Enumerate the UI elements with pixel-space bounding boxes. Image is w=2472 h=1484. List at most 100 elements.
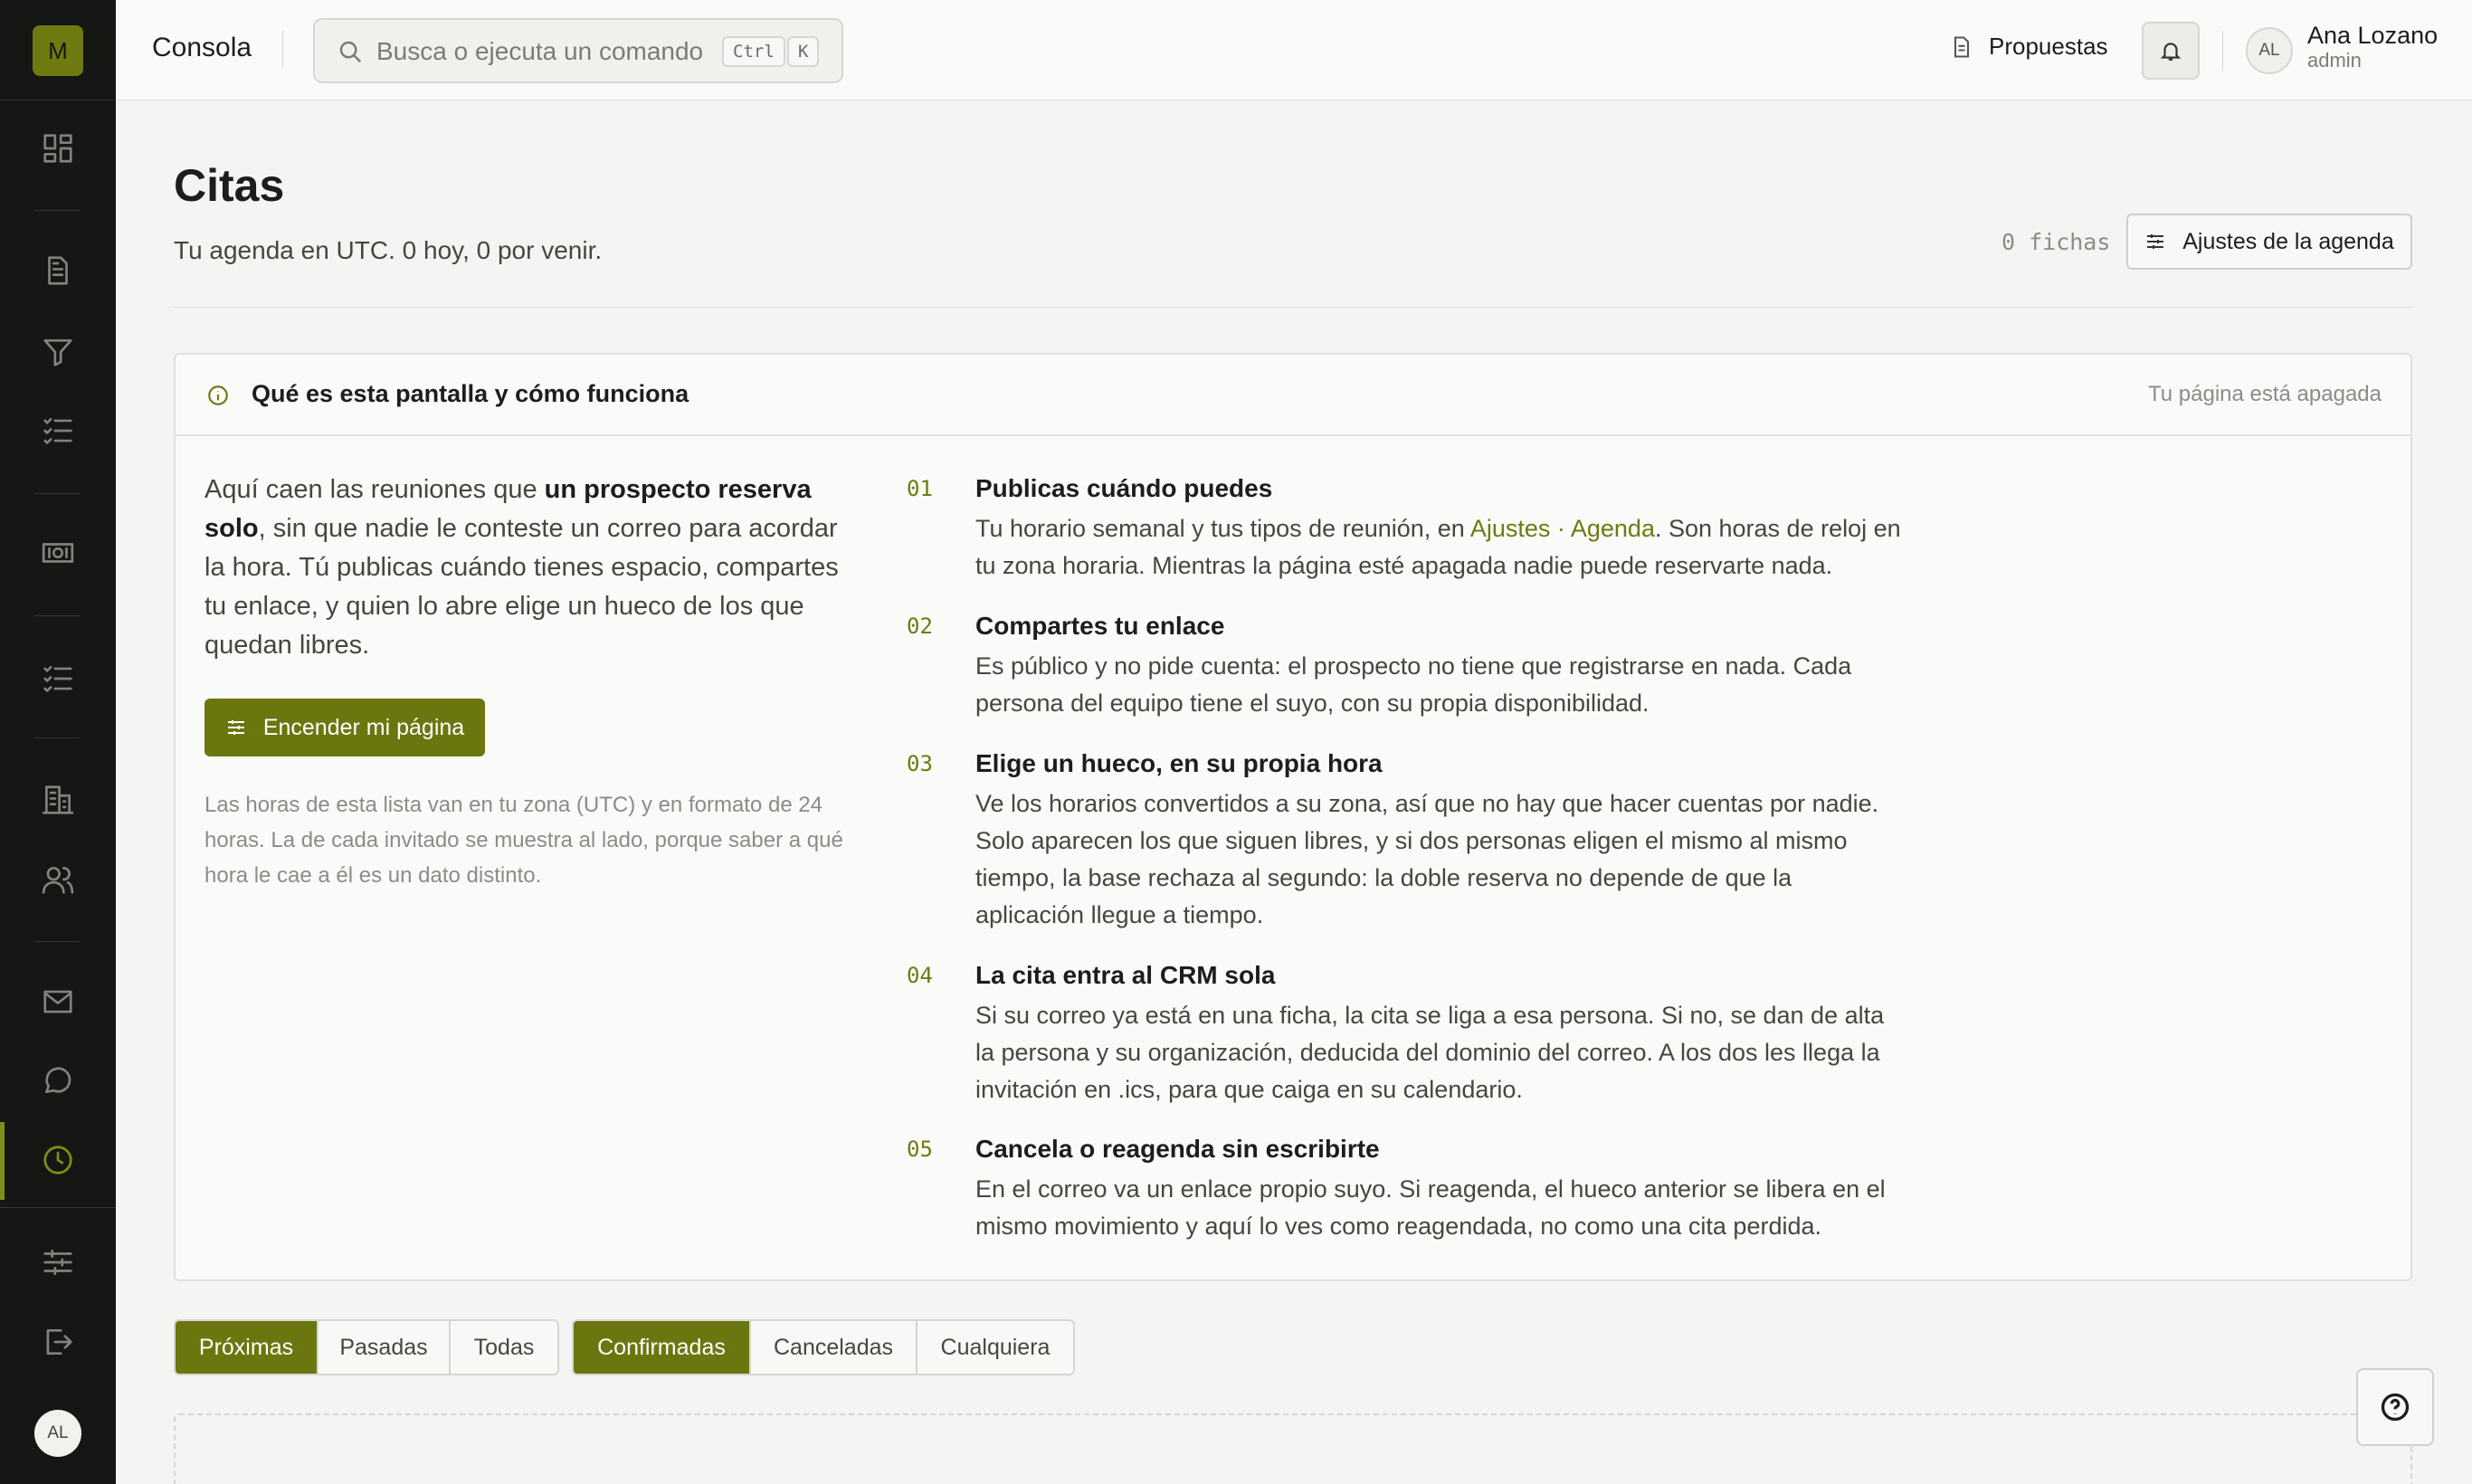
sidebar-divider	[34, 941, 80, 942]
step-description: Si su correo ya está en una ficha, la ci…	[975, 1002, 1885, 1103]
sidebar-avatar[interactable]: AL	[34, 1410, 81, 1457]
agenda-settings-label: Ajustes de la agenda	[2182, 228, 2394, 254]
intro-text: Aquí caen las reuniones que un prospecto…	[204, 471, 856, 665]
search-icon	[339, 41, 362, 63]
tab-past[interactable]: Pasadas	[319, 1321, 451, 1374]
topbar-divider	[2222, 31, 2223, 71]
step-title: Publicas cuándo puedes	[975, 474, 1273, 502]
proposals-link[interactable]: Propuestas	[1949, 33, 2108, 61]
tab-cancelled[interactable]: Canceladas	[751, 1321, 917, 1374]
building-icon	[42, 785, 74, 814]
page-title: Citas	[174, 160, 285, 211]
topbar-divider	[282, 31, 283, 69]
step-number: 04	[907, 963, 933, 988]
agenda-settings-link[interactable]: Ajustes · Agenda	[1470, 515, 1655, 542]
notifications-button[interactable]	[2142, 22, 2200, 80]
timezone-note: Las horas de esta lista van en tu zona (…	[204, 793, 843, 888]
appointments-list-empty	[174, 1413, 2412, 1484]
step-description: En el correo va un enlace propio suyo. S…	[975, 1175, 1886, 1240]
step-description: Tu horario semanal y tus tipos de reunió…	[975, 510, 1902, 585]
step-title: Elige un hueco, en su propia hora	[975, 749, 1383, 777]
info-card-header[interactable]: Qué es esta pantalla y cómo funciona Tu …	[176, 355, 2410, 436]
proposals-label: Propuestas	[1989, 33, 2108, 60]
info-icon	[208, 385, 228, 405]
search-placeholder: Busca o ejecuta un comando	[376, 37, 704, 65]
step-title: La cita entra al CRM sola	[975, 961, 1276, 989]
step-number: 05	[907, 1137, 933, 1162]
user-avatar[interactable]: AL	[2246, 27, 2293, 74]
sidebar-item-logout[interactable]	[33, 1317, 83, 1367]
sidebar-item-chat[interactable]	[33, 1055, 83, 1106]
help-button[interactable]	[2356, 1368, 2434, 1446]
sidebar-item-money[interactable]	[33, 528, 83, 578]
step-description: Es público y no pide cuenta: el prospect…	[975, 652, 1852, 717]
sidebar-divider	[34, 737, 80, 738]
info-card: Qué es esta pantalla y cómo funciona Tu …	[174, 353, 2412, 1281]
users-icon	[42, 866, 74, 894]
app-logo[interactable]: M	[33, 25, 83, 76]
sliders-icon	[2147, 234, 2164, 249]
user-name[interactable]: Ana Lozano	[2307, 22, 2438, 50]
tab-any[interactable]: Cualquiera	[917, 1321, 1073, 1374]
mail-icon	[43, 990, 72, 1013]
user-role: admin	[2307, 49, 2362, 71]
agenda-settings-button[interactable]: Ajustes de la agenda	[2126, 214, 2412, 270]
sidebar-item-documents[interactable]	[33, 245, 83, 296]
sliders-icon	[43, 1249, 72, 1276]
sliders-icon	[227, 720, 244, 735]
sidebar-divider	[34, 210, 80, 211]
step-number: 03	[907, 751, 933, 776]
task-list-icon	[43, 665, 72, 692]
intro-text-end: , sin que nadie le conteste un correo pa…	[204, 514, 839, 660]
money-icon	[42, 543, 74, 563]
step-number: 01	[907, 476, 933, 501]
sidebar: M AL	[0, 0, 116, 1484]
intro-text-start: Aquí caen las reuniones que	[204, 475, 545, 504]
tab-confirmed[interactable]: Confirmadas	[574, 1321, 751, 1374]
sidebar-item-settings[interactable]	[33, 1237, 83, 1288]
dashboard-icon	[43, 134, 72, 163]
sidebar-divider	[0, 1207, 116, 1208]
sidebar-item-appointments[interactable]	[33, 1135, 83, 1185]
page-status: Tu página está apagada	[2148, 382, 2382, 406]
help-icon	[2381, 1393, 2410, 1422]
tab-all[interactable]: Todas	[451, 1321, 557, 1374]
checklist-icon	[43, 417, 72, 444]
sidebar-divider	[34, 615, 80, 616]
sidebar-item-contacts[interactable]	[33, 854, 83, 905]
step-title: Cancela o reagenda sin escribirte	[975, 1135, 1380, 1163]
filter-icon	[43, 338, 72, 366]
sidebar-item-checklist[interactable]	[33, 405, 83, 456]
step-number: 02	[907, 614, 933, 639]
sidebar-divider	[34, 493, 80, 494]
step-description: Ve los horarios convertidos a su zona, a…	[975, 790, 1879, 928]
tab-upcoming[interactable]: Próximas	[176, 1321, 319, 1374]
sidebar-active-indicator	[0, 1122, 5, 1200]
shortcut-key-k: K	[787, 36, 820, 67]
sidebar-item-tasks[interactable]	[33, 653, 83, 704]
info-card-title: Qué es esta pantalla y cómo funciona	[252, 380, 689, 407]
step-description-start: Tu horario semanal y tus tipos de reunió…	[975, 515, 1470, 542]
document-icon	[1954, 35, 1970, 58]
status-filter: Confirmadas Canceladas Cualquiera	[572, 1319, 1075, 1375]
sidebar-item-mail[interactable]	[33, 976, 83, 1027]
document-icon	[48, 256, 68, 285]
logout-icon	[46, 1328, 72, 1356]
header-divider	[174, 307, 2412, 308]
clock-icon	[43, 1146, 72, 1175]
enable-page-button[interactable]: Encender mi página	[204, 699, 485, 756]
sidebar-item-dashboard[interactable]	[33, 123, 83, 174]
time-filter: Próximas Pasadas Todas	[174, 1319, 559, 1375]
search-input[interactable]: Busca o ejecuta un comando Ctrl K	[313, 18, 843, 83]
sidebar-item-funnel[interactable]	[33, 327, 83, 377]
record-count: 0 fichas	[2001, 229, 2111, 255]
enable-page-label: Encender mi página	[262, 714, 465, 740]
step-title: Compartes tu enlace	[975, 612, 1225, 640]
bell-icon	[2160, 43, 2182, 61]
page-subtitle: Tu agenda en UTC. 0 hoy, 0 por venir.	[174, 236, 603, 264]
topbar: Consola Busca o ejecuta un comando Ctrl …	[116, 0, 2472, 100]
chat-icon	[44, 1067, 71, 1094]
sidebar-item-companies[interactable]	[33, 775, 83, 825]
app-title: Consola	[152, 33, 252, 62]
shortcut-key-ctrl: Ctrl	[722, 36, 785, 67]
